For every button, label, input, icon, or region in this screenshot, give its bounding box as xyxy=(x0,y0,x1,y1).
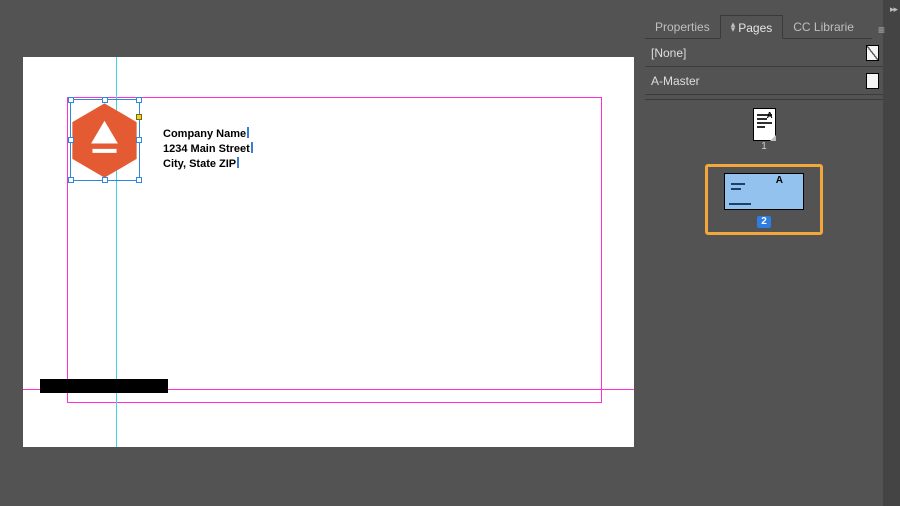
page-thumbnail-1[interactable]: A 1 xyxy=(753,108,776,152)
panel-dock-rail[interactable]: ▸▸ xyxy=(883,0,900,506)
address-line: City, State ZIP xyxy=(163,157,250,172)
selection-handle[interactable] xyxy=(68,97,74,103)
address-line: 1234 Main Street xyxy=(163,142,250,157)
collapse-panel-icon[interactable]: ▸▸ xyxy=(890,4,897,15)
page-number: 1 xyxy=(761,141,767,152)
page-thumbnail-2[interactable]: A xyxy=(724,173,804,210)
tab-properties[interactable]: Properties xyxy=(645,15,720,38)
address-line: Company Name xyxy=(163,127,250,142)
panel-menu-icon[interactable]: ≡ xyxy=(878,23,885,37)
page-thumbnail-2-selected[interactable]: A 2 xyxy=(705,164,823,235)
selection-handle[interactable] xyxy=(136,177,142,183)
document-pages-list: A 1 A 2 xyxy=(645,99,883,506)
document-page[interactable]: Company Name 1234 Main Street City, Stat… xyxy=(23,57,634,447)
margin-guides xyxy=(67,97,602,403)
selection-handle[interactable] xyxy=(68,177,74,183)
master-thumbnail[interactable] xyxy=(866,45,879,61)
tab-label: Pages xyxy=(738,21,772,35)
pages-panel: ▸▸ ≡ Properties ▴▾Pages CC Librarie [Non… xyxy=(642,0,900,506)
master-pages-list: [None] A-Master xyxy=(645,39,883,95)
text-caret xyxy=(251,142,253,153)
selection-frame[interactable] xyxy=(70,99,140,181)
sort-icon: ▴▾ xyxy=(731,22,736,32)
text-caret xyxy=(247,127,249,138)
selection-handle[interactable] xyxy=(68,137,74,143)
master-label: [None] xyxy=(651,46,686,60)
address-text-frame[interactable]: Company Name 1234 Main Street City, Stat… xyxy=(163,127,250,172)
tab-pages[interactable]: ▴▾Pages xyxy=(720,15,784,39)
selection-handle[interactable] xyxy=(136,97,142,103)
selection-handle[interactable] xyxy=(136,137,142,143)
text-caret xyxy=(237,157,239,168)
page-fold-icon xyxy=(770,135,776,141)
master-a-row[interactable]: A-Master xyxy=(645,67,883,95)
master-label: A-Master xyxy=(651,74,700,88)
page-number-badge: 2 xyxy=(757,216,771,228)
canvas-area[interactable]: Company Name 1234 Main Street City, Stat… xyxy=(0,0,642,506)
master-thumbnail[interactable] xyxy=(866,73,879,89)
panel-tabs: Properties ▴▾Pages CC Librarie xyxy=(645,15,872,39)
reference-point[interactable] xyxy=(136,114,142,120)
tab-cc-libraries[interactable]: CC Librarie xyxy=(783,15,864,38)
master-none-row[interactable]: [None] xyxy=(645,39,883,67)
selection-handle[interactable] xyxy=(102,97,108,103)
selection-handle[interactable] xyxy=(102,177,108,183)
black-rectangle[interactable] xyxy=(40,379,168,393)
master-badge: A xyxy=(767,111,773,120)
master-badge: A xyxy=(776,175,783,186)
